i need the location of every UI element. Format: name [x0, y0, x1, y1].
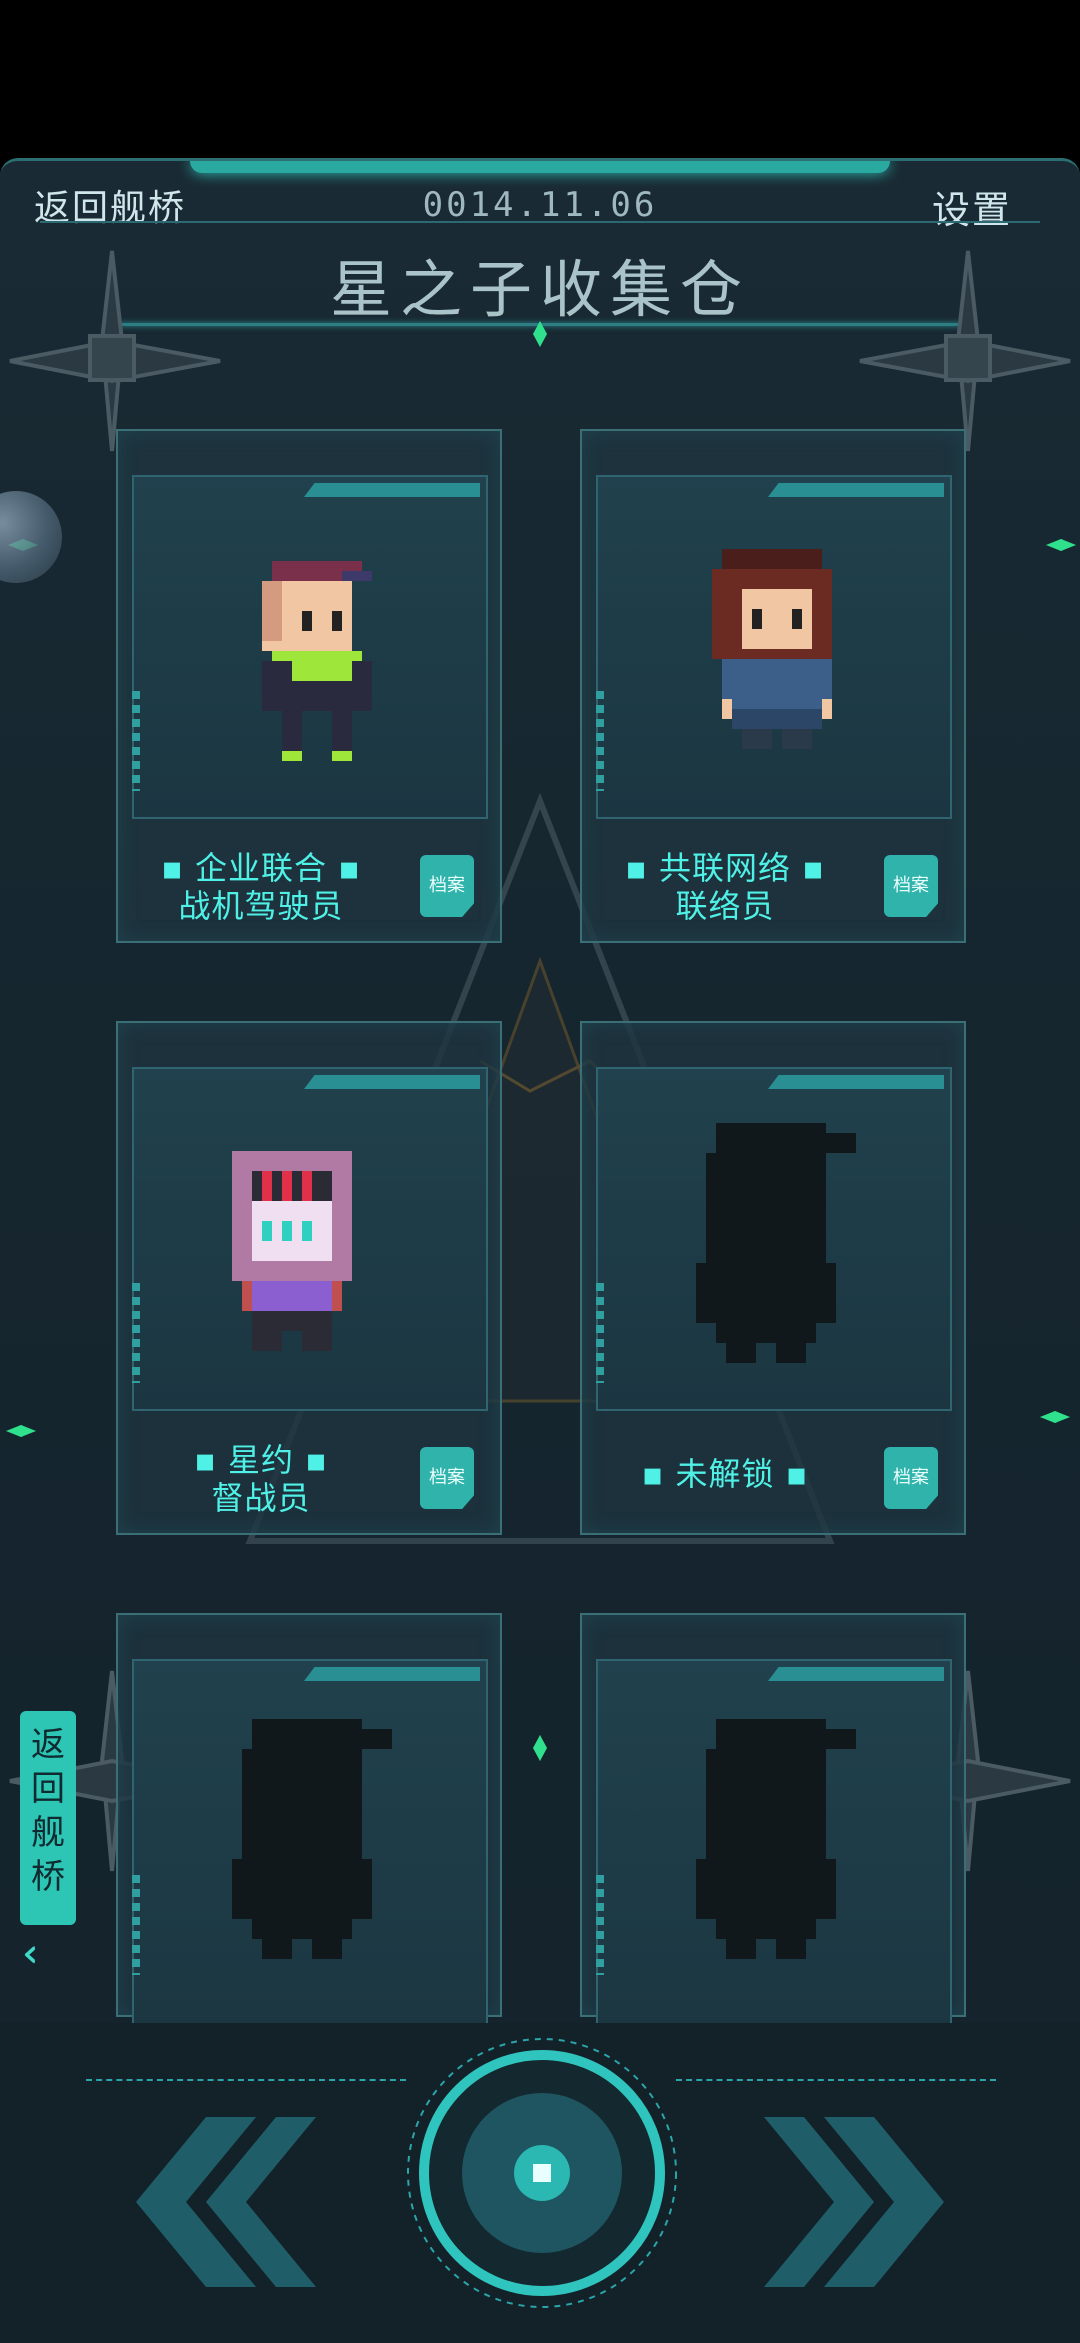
card-tab-decoration [768, 1075, 944, 1089]
collection-card-4-locked[interactable]: ▪ 未解锁 ▪ 档案 [580, 1021, 966, 1535]
card-tab-decoration [304, 1075, 480, 1089]
collection-screen: 返回舰桥 0014.11.06 设置 星之子收集仓 ▪ 企业联合 ▪ 战机驾驶员… [0, 158, 1080, 2343]
gem-icon [533, 1735, 547, 1761]
file-button[interactable]: 档案 [884, 1447, 938, 1509]
collection-card-2[interactable]: ▪ 共联网络 ▪ 联络员 档案 [580, 429, 966, 943]
file-button[interactable]: 档案 [884, 855, 938, 917]
gem-icon [6, 1425, 36, 1437]
file-button[interactable]: 档案 [420, 855, 474, 917]
collection-card-5-locked[interactable] [116, 1613, 502, 2043]
locked-silhouette-sprite [696, 1719, 856, 1959]
pilot-character-sprite [262, 561, 372, 761]
deck-dash-line [676, 2079, 996, 2081]
side-back-label: 返回舰桥 [31, 1725, 65, 1897]
center-action-icon[interactable] [402, 2033, 682, 2313]
card-tab-decoration [304, 1667, 480, 1681]
card-bars-decoration [596, 691, 604, 791]
card-bars-decoration [132, 1283, 140, 1383]
card-bars-decoration [132, 1875, 140, 1975]
card-tab-decoration [304, 483, 480, 497]
liaison-character-sprite [712, 549, 832, 749]
deck-dash-line [86, 2079, 406, 2081]
supervisor-character-sprite [232, 1151, 352, 1351]
planet-decoration [0, 491, 62, 583]
card-caption: ▪ 企业联合 ▪ 战机驾驶员 [161, 849, 361, 925]
locked-silhouette-sprite [232, 1719, 392, 1959]
collection-card-1[interactable]: ▪ 企业联合 ▪ 战机驾驶员 档案 [116, 429, 502, 943]
card-tab-decoration [768, 1667, 944, 1681]
double-chevron-left-icon[interactable] [96, 2117, 316, 2287]
card-bars-decoration [596, 1875, 604, 1975]
file-button[interactable]: 档案 [420, 1447, 474, 1509]
double-chevron-right-icon[interactable] [764, 2117, 984, 2287]
card-bars-decoration [596, 1283, 604, 1383]
card-tab-decoration [768, 483, 944, 497]
collection-card-6-locked[interactable] [580, 1613, 966, 2043]
collection-card-3[interactable]: ▪ 星约 ▪ 督战员 档案 [116, 1021, 502, 1535]
locked-silhouette-sprite [696, 1123, 856, 1363]
header-divider [40, 221, 1040, 223]
card-caption: ▪ 星约 ▪ 督战员 [194, 1441, 328, 1517]
card-caption: ▪ 共联网络 ▪ 联络员 [625, 849, 825, 925]
top-glow-bar [190, 161, 890, 173]
gem-icon [1046, 539, 1076, 551]
side-back-to-bridge-button[interactable]: 返回舰桥 [20, 1711, 76, 1925]
date-readout: 0014.11.06 [422, 185, 658, 225]
gem-icon [1040, 1411, 1070, 1423]
status-bar-area [0, 0, 1080, 160]
side-chevron-icon: ‹‹ [22, 1931, 41, 1975]
settings-button[interactable]: 设置 [932, 179, 1012, 234]
card-caption: ▪ 未解锁 ▪ [641, 1455, 809, 1493]
card-bars-decoration [132, 691, 140, 791]
